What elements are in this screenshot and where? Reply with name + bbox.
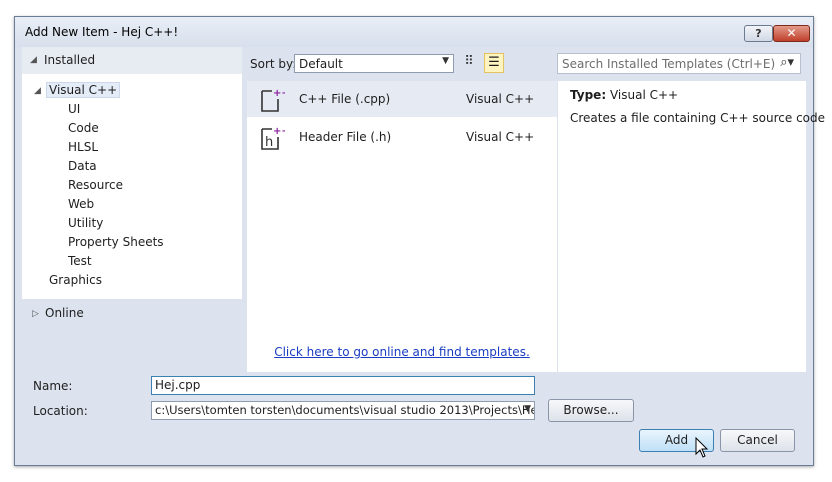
installed-label: Installed <box>44 53 96 67</box>
go-online-link[interactable]: Click here to go online and find templat… <box>247 345 557 359</box>
template-row-header[interactable]: h ++ Header File (.h) Visual C++ <box>247 119 557 155</box>
tree-item-resource[interactable]: Resource <box>68 178 123 192</box>
dropdown-arrow-icon: ▼ <box>524 404 531 414</box>
online-label[interactable]: Online <box>45 306 84 320</box>
tree-item-test[interactable]: Test <box>68 254 92 268</box>
template-description: Creates a file containing C++ source cod… <box>570 111 826 125</box>
search-templates-input[interactable]: Search Installed Templates (Ctrl+E) ⌕▾ <box>557 53 801 74</box>
cpp-file-icon: ++ <box>261 88 285 112</box>
sort-by-dropdown[interactable]: Default ▼ <box>294 54 454 73</box>
browse-button[interactable]: Browse... <box>548 399 634 422</box>
sort-by-value: Default <box>299 57 343 71</box>
template-details-panel: Type: Visual C++ Creates a file containi… <box>558 81 825 372</box>
tree-item-web[interactable]: Web <box>68 197 94 211</box>
svg-text:++: ++ <box>273 126 285 137</box>
svg-text:++: ++ <box>273 88 285 99</box>
location-dropdown[interactable]: c:\Users\tomten torsten\documents\visual… <box>151 401 535 420</box>
name-value: Hej.cpp <box>155 378 201 392</box>
help-button[interactable]: ? <box>744 25 773 42</box>
search-icon[interactable]: ⌕▾ <box>780 55 794 70</box>
tree-item-visual-cpp[interactable]: Visual C++ <box>46 82 121 98</box>
header-file-icon: h ++ <box>261 126 285 150</box>
name-label: Name: <box>33 379 73 393</box>
expand-triangle-icon[interactable]: ▷ <box>32 309 39 319</box>
visual-cpp-expand-icon[interactable]: ◢ <box>34 86 41 96</box>
tree-item-utility[interactable]: Utility <box>68 216 103 230</box>
location-label: Location: <box>33 404 88 418</box>
title-bar: Add New Item - Hej C++! ? ✕ <box>15 17 813 47</box>
tree-item-property-sheets[interactable]: Property Sheets <box>68 235 164 249</box>
list-view-icon[interactable]: ☰ <box>484 53 504 73</box>
mouse-cursor-icon <box>695 437 709 458</box>
template-list: ++ C++ File (.cpp) Visual C++ h ++ Heade… <box>247 81 557 372</box>
template-language: Visual C++ <box>466 130 535 144</box>
window-title: Add New Item - Hej C++! <box>25 25 179 39</box>
location-value: c:\Users\tomten torsten\documents\visual… <box>155 403 535 417</box>
dropdown-arrow-icon: ▼ <box>442 56 449 66</box>
small-icons-view-icon[interactable]: ⠿ <box>459 53 479 73</box>
tree-item-ui[interactable]: UI <box>68 102 80 116</box>
tree-item-data[interactable]: Data <box>68 159 97 173</box>
tree-item-code[interactable]: Code <box>68 121 99 135</box>
type-label: Type: <box>570 88 607 102</box>
sort-by-label: Sort by: <box>250 57 297 71</box>
close-button[interactable]: ✕ <box>773 25 810 42</box>
template-name: C++ File (.cpp) <box>299 92 391 106</box>
collapse-triangle-icon[interactable]: ◢ <box>30 55 37 65</box>
online-section: ▷ Online <box>22 299 242 372</box>
template-name: Header File (.h) <box>299 130 392 144</box>
name-field[interactable]: Hej.cpp <box>151 376 535 395</box>
cancel-button[interactable]: Cancel <box>720 429 795 452</box>
category-tree-panel: ◢ Installed ◢ Visual C++ UI Code HLSL Da… <box>22 47 242 372</box>
tree-item-hlsl[interactable]: HLSL <box>68 140 98 154</box>
add-new-item-dialog: Add New Item - Hej C++! ? ✕ ◢ Installed … <box>14 16 825 466</box>
svg-text:h: h <box>265 135 273 150</box>
search-placeholder: Search Installed Templates (Ctrl+E) <box>562 57 776 71</box>
template-row-cpp[interactable]: ++ C++ File (.cpp) Visual C++ <box>247 81 557 117</box>
template-language: Visual C++ <box>466 92 535 106</box>
tree-item-graphics[interactable]: Graphics <box>49 273 102 287</box>
type-line: Type: Visual C++ <box>570 88 678 102</box>
installed-header[interactable]: ◢ Installed <box>22 47 242 74</box>
type-value: Visual C++ <box>609 88 679 102</box>
